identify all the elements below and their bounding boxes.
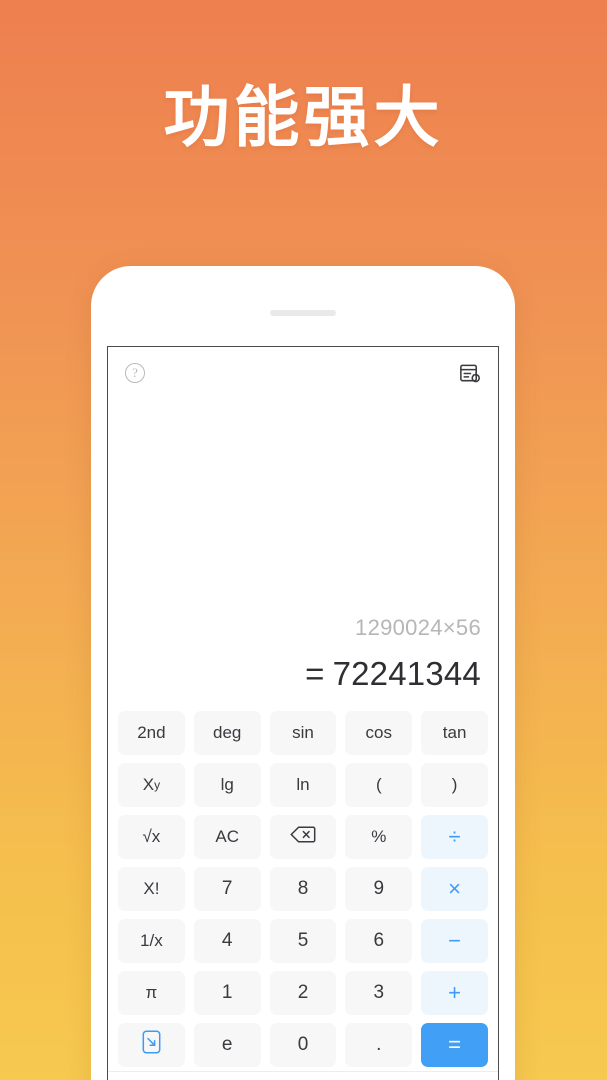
key-tan[interactable]: tan [421,711,488,755]
key-equals[interactable]: = [421,1023,488,1067]
key-8[interactable]: 8 [269,867,337,911]
key-7[interactable]: 7 [193,867,261,911]
calculator-screen: ? 1290024×56 = 72241344 2nd deg sin cos … [107,346,499,1080]
result-text: = 72241344 [305,655,481,693]
collapse-keypad-icon [142,1030,161,1060]
result-equals-sign: = [305,655,325,692]
key-paren-close[interactable]: ) [421,763,488,807]
key-4[interactable]: 4 [193,919,261,963]
key-multiply[interactable]: × [421,867,488,911]
key-ln[interactable]: ln [269,763,337,807]
key-power-exponent: y [154,778,161,792]
bottom-navigation: 计算器 单位换算 [108,1071,498,1080]
phone-mockup: ? 1290024×56 = 72241344 2nd deg sin cos … [91,266,515,1080]
key-plus[interactable]: + [421,971,488,1015]
key-5[interactable]: 5 [269,919,337,963]
key-2nd[interactable]: 2nd [118,711,185,755]
key-deg[interactable]: deg [193,711,261,755]
key-power-base: X [142,775,155,794]
key-minus[interactable]: − [421,919,488,963]
backspace-icon [290,825,316,849]
key-pi[interactable]: π [118,971,185,1015]
key-6[interactable]: 6 [345,919,413,963]
key-1[interactable]: 1 [193,971,261,1015]
key-factorial[interactable]: X! [118,867,185,911]
key-divide[interactable]: ÷ [421,815,488,859]
key-e[interactable]: e [193,1023,261,1067]
key-3[interactable]: 3 [345,971,413,1015]
calculator-keypad: 2nd deg sin cos tan Xy lg ln ( ) √x AC %… [108,706,498,1071]
key-reciprocal[interactable]: 1/x [118,919,185,963]
page-title: 功能强大 [163,79,444,156]
key-cos[interactable]: cos [345,711,413,755]
key-ac[interactable]: AC [193,815,261,859]
history-icon[interactable] [458,362,481,385]
calculator-display: 1290024×56 = 72241344 [108,399,498,706]
app-topbar: ? [108,347,498,399]
expression-text: 1290024×56 [355,615,481,640]
key-lg[interactable]: lg [193,763,261,807]
key-sin[interactable]: sin [269,711,337,755]
phone-speaker-bar [270,310,336,316]
key-decimal-point[interactable]: . [345,1023,413,1067]
key-9[interactable]: 9 [345,867,413,911]
key-backspace[interactable] [269,815,337,859]
key-percent[interactable]: % [345,815,413,859]
key-collapse-keypad[interactable] [118,1023,185,1067]
key-0[interactable]: 0 [269,1023,337,1067]
key-sqrt[interactable]: √x [118,815,185,859]
help-circle-icon[interactable]: ? [125,363,145,383]
key-2[interactable]: 2 [269,971,337,1015]
key-paren-open[interactable]: ( [345,763,413,807]
key-power[interactable]: Xy [118,763,185,807]
result-value: 72241344 [332,655,481,692]
